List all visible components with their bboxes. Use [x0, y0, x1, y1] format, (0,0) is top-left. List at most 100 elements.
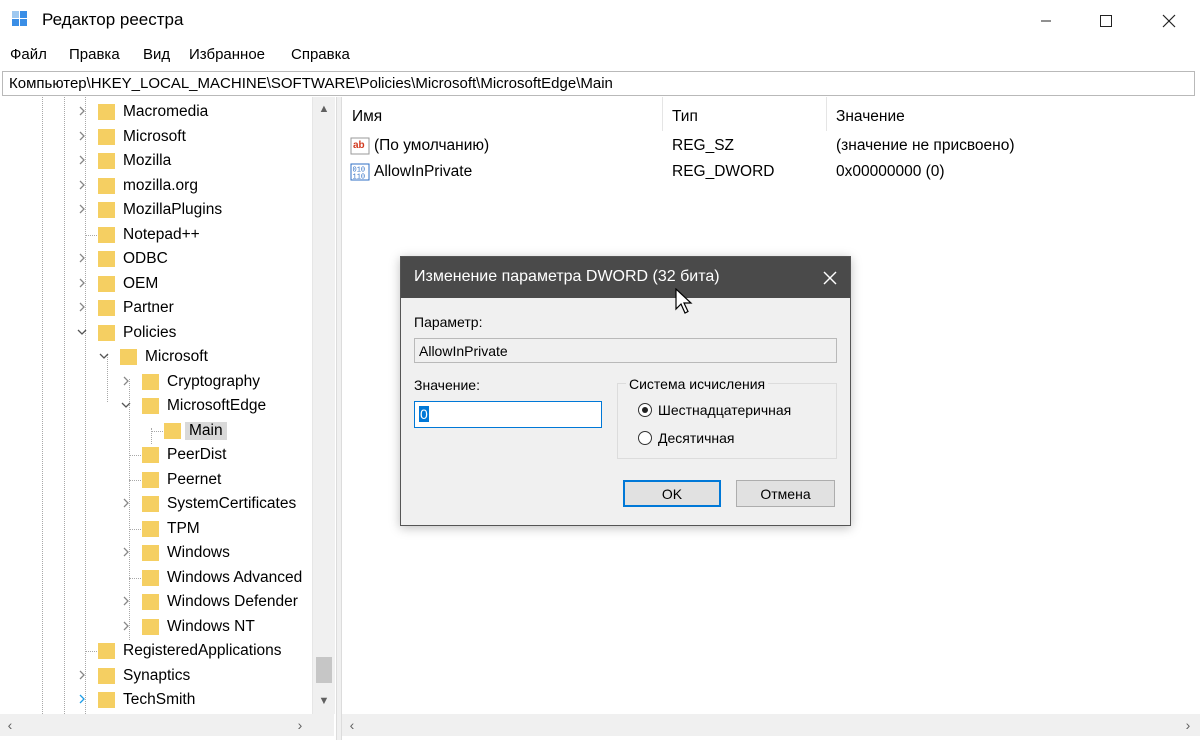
param-name-field: AllowInPrivate — [414, 338, 837, 363]
tree-item[interactable]: Synaptics — [0, 664, 310, 688]
minimize-button[interactable] — [1015, 0, 1077, 42]
dialog-title-bar[interactable]: Изменение параметра DWORD (32 бита) — [401, 257, 850, 298]
tree-item[interactable]: Partner — [0, 296, 310, 320]
list-item[interactable]: 010 110 AllowInPrivate REG_DWORD 0x00000… — [342, 160, 1200, 185]
scroll-thumb[interactable] — [316, 657, 332, 683]
chevron-down-icon[interactable] — [121, 397, 131, 413]
scroll-left-arrow-icon[interactable]: ‹ — [0, 714, 20, 736]
tree-item[interactable]: TPM — [0, 517, 310, 541]
tree-guide-line — [129, 479, 141, 481]
chevron-right-icon[interactable] — [121, 373, 131, 389]
menu-help[interactable]: Справка — [291, 46, 350, 63]
menu-file[interactable]: Файл — [10, 46, 47, 63]
chevron-right-icon[interactable] — [77, 177, 87, 193]
tree-guide-line — [85, 651, 97, 652]
tree-horizontal-scrollbar[interactable]: ‹ › — [0, 714, 334, 736]
radio-decimal[interactable] — [638, 431, 652, 445]
scroll-right-arrow-icon[interactable]: › — [290, 714, 310, 736]
close-icon — [1162, 14, 1176, 28]
tree-item[interactable]: Cryptography — [0, 370, 310, 394]
param-name-value: AllowInPrivate — [419, 343, 508, 359]
address-bar[interactable]: Компьютер\HKEY_LOCAL_MACHINE\SOFTWARE\Po… — [2, 71, 1195, 96]
folder-icon — [142, 569, 159, 586]
tree-item-label: TechSmith — [123, 691, 196, 708]
chevron-right-icon[interactable] — [121, 593, 131, 609]
radio-hex-label[interactable]: Шестнадцатеричная — [658, 402, 791, 418]
folder-icon — [98, 153, 115, 169]
base-group-title: Система исчисления — [626, 376, 769, 392]
menu-bar: Файл Правка Вид Избранное Справка — [0, 42, 1200, 70]
chevron-right-icon[interactable] — [121, 495, 131, 511]
tree-item[interactable]: Main — [0, 419, 310, 443]
tree-item[interactable]: Windows Defender — [0, 590, 310, 614]
chevron-right-icon[interactable] — [77, 201, 87, 217]
menu-edit[interactable]: Правка — [69, 46, 120, 63]
radio-hex[interactable] — [638, 403, 652, 417]
tree-item[interactable]: Windows — [0, 541, 310, 565]
chevron-right-icon[interactable] — [77, 128, 87, 144]
tree-item[interactable]: ODBC — [0, 247, 310, 271]
folder-icon — [142, 373, 159, 390]
tree-item[interactable]: Macromedia — [0, 100, 310, 124]
tree-item[interactable]: Windows Advanced — [0, 566, 310, 590]
tree-item-label: Macromedia — [123, 103, 209, 120]
folder-icon — [98, 128, 115, 145]
radio-decimal-label[interactable]: Десятичная — [658, 430, 734, 446]
chevron-right-icon[interactable] — [77, 152, 87, 168]
chevron-right-icon[interactable] — [77, 103, 87, 119]
chevron-right-icon[interactable] — [77, 691, 87, 707]
tree-item-label: Microsoft — [123, 127, 186, 145]
tree-item-label: Cryptography — [167, 372, 261, 390]
close-button[interactable] — [1138, 0, 1200, 42]
tree-item-label: Windows — [167, 544, 230, 561]
list-item[interactable]: ab (По умолчанию) REG_SZ (значение не пр… — [342, 134, 1200, 159]
scroll-up-arrow-icon[interactable]: ▲ — [313, 99, 335, 119]
chevron-down-icon[interactable] — [77, 324, 87, 340]
tree-item[interactable]: MozillaPlugins — [0, 198, 310, 222]
chevron-down-icon[interactable] — [99, 348, 109, 364]
chevron-right-icon[interactable] — [121, 544, 131, 560]
chevron-right-icon[interactable] — [77, 299, 87, 315]
scroll-down-arrow-icon[interactable]: ▼ — [313, 691, 335, 711]
chevron-right-icon[interactable] — [77, 250, 87, 266]
tree-item[interactable]: RegisteredApplications — [0, 639, 310, 663]
tree-item[interactable]: OEM — [0, 272, 310, 296]
svg-text:110: 110 — [353, 174, 366, 182]
column-header-type[interactable]: Тип — [662, 97, 826, 131]
folder-icon — [142, 618, 159, 635]
tree-item[interactable]: Microsoft — [0, 345, 310, 369]
column-header-name[interactable]: Имя — [342, 97, 662, 131]
folder-icon — [98, 324, 115, 341]
tree-item[interactable]: Windows NT — [0, 615, 310, 639]
tree-guide-line — [129, 577, 141, 579]
cancel-button[interactable]: Отмена — [736, 480, 835, 507]
tree-guide-line — [151, 430, 163, 432]
dialog-close-button[interactable] — [809, 257, 850, 298]
tree-item[interactable]: Notepad++ — [0, 223, 310, 247]
tree-item[interactable]: Peernet — [0, 468, 310, 492]
value-input[interactable]: 0 — [414, 401, 602, 428]
ok-button[interactable]: OK — [623, 480, 721, 507]
tree-vertical-scrollbar[interactable]: ▲ ▼ — [312, 97, 335, 714]
chevron-right-icon[interactable] — [77, 667, 87, 683]
binary-value-icon: 010 110 — [350, 163, 370, 182]
column-header-data[interactable]: Значение — [826, 97, 1196, 131]
maximize-button[interactable] — [1075, 0, 1137, 42]
chevron-right-icon[interactable] — [121, 618, 131, 634]
scroll-left-arrow-icon[interactable]: ‹ — [342, 714, 362, 736]
tree-item[interactable]: TechSmith — [0, 688, 310, 712]
tree-item[interactable]: PeerDist — [0, 443, 310, 467]
tree-item[interactable]: MicrosoftEdge — [0, 394, 310, 418]
tree-item[interactable]: mozilla.org — [0, 174, 310, 198]
menu-view[interactable]: Вид — [143, 46, 170, 63]
tree-item[interactable]: Policies — [0, 321, 310, 345]
scroll-right-arrow-icon[interactable]: › — [1178, 714, 1198, 736]
tree-item[interactable]: Microsoft — [0, 125, 310, 149]
menu-favorites[interactable]: Избранное — [189, 46, 265, 63]
tree-item[interactable]: SystemCertificates — [0, 492, 310, 516]
value-type: REG_SZ — [672, 137, 735, 154]
tree-item[interactable]: Mozilla — [0, 149, 310, 173]
title-bar[interactable]: Редактор реестра — [0, 0, 1200, 42]
list-horizontal-scrollbar[interactable]: ‹ › — [342, 714, 1200, 736]
chevron-right-icon[interactable] — [77, 275, 87, 291]
